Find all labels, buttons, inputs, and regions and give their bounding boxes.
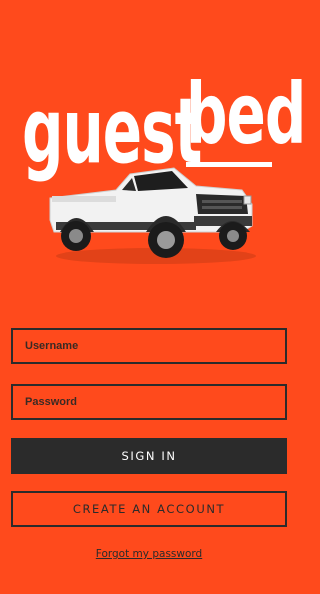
pickup-truck-icon [49,167,256,264]
forgot-password-link[interactable]: Forgot my password [0,548,298,560]
create-account-button[interactable]: CREATE AN ACCOUNT [11,491,287,527]
login-screen: guest bed Username SIGN IN CREATE AN ACC… [0,0,306,594]
logo-text-bed: bed [186,64,306,164]
username-field[interactable] [11,328,287,364]
password-field[interactable] [11,384,287,420]
password-input[interactable] [13,386,285,418]
sign-in-button[interactable]: SIGN IN [11,438,287,474]
username-input[interactable] [13,330,285,362]
